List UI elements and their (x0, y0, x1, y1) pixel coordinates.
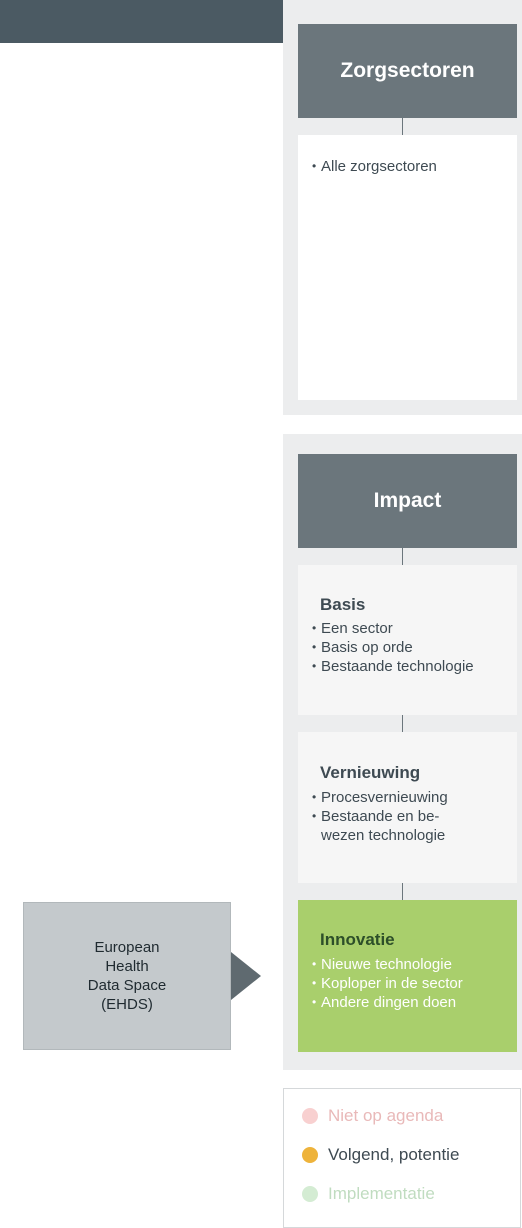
list-item: Een sector (312, 619, 474, 638)
list-item: Bestaande en be- (312, 807, 448, 826)
sectors-card: Alle zorgsectoren (298, 135, 517, 400)
legend-dot-icon (302, 1108, 318, 1124)
basis-card: Basis Een sector Basis op orde Bestaande… (298, 565, 517, 715)
ehds-label: European Health Data Space (EHDS) (88, 938, 166, 1014)
innovatie-title: Innovatie (320, 930, 395, 949)
list-item: Koploper in de sector (312, 974, 463, 993)
sectors-panel: Zorgsectoren Alle zorgsectoren (283, 0, 522, 415)
impact-title: Impact (373, 489, 442, 512)
list-item-continuation: wezen technologie (321, 827, 446, 844)
vernieuwing-list: Procesvernieuwing Bestaande en be- wezen… (312, 788, 448, 845)
arrow-right-icon (231, 952, 261, 1000)
list-item: Andere dingen doen (312, 993, 463, 1012)
legend-item-implementatie: Implementatie (302, 1184, 435, 1204)
basis-title: Basis (320, 595, 366, 614)
ehds-line: Data Space (87, 977, 167, 994)
impact-header: Impact (298, 454, 517, 548)
top-header-bar (0, 0, 283, 43)
impact-connector-2 (402, 715, 403, 732)
legend-dot-icon (302, 1186, 318, 1202)
ehds-box: European Health Data Space (EHDS) (23, 902, 231, 1050)
ehds-line: (EHDS) (101, 996, 153, 1013)
legend-item-volgend-potentie: Volgend, potentie (302, 1145, 459, 1165)
list-item: Basis op orde (312, 638, 474, 657)
vernieuwing-card: Vernieuwing Procesvernieuwing Bestaande … (298, 732, 517, 883)
list-item: Procesvernieuwing (312, 788, 448, 807)
innovatie-card: Innovatie Nieuwe technologie Koploper in… (298, 900, 517, 1052)
sectors-header: Zorgsectoren (298, 24, 517, 118)
ehds-line: European (94, 939, 160, 956)
list-item: Bestaande technologie (312, 657, 474, 676)
sectors-connector (402, 118, 403, 135)
impact-connector-1 (402, 548, 403, 565)
impact-panel: Impact Basis Een sector Basis op orde Be… (283, 434, 522, 1070)
sectors-title: Zorgsectoren (340, 59, 475, 82)
list-item: Nieuwe technologie (312, 955, 463, 974)
impact-connector-3 (402, 883, 403, 900)
legend: Niet op agenda Volgend, potentie Impleme… (283, 1088, 521, 1228)
legend-label: Implementatie (328, 1184, 435, 1203)
legend-label: Volgend, potentie (328, 1145, 460, 1164)
basis-list: Een sector Basis op orde Bestaande techn… (312, 619, 474, 676)
list-item: Alle zorgsectoren (312, 157, 437, 176)
legend-dot-icon (302, 1147, 318, 1163)
sectors-list: Alle zorgsectoren (312, 157, 437, 176)
legend-item-niet-op-agenda: Niet op agenda (302, 1106, 443, 1126)
legend-label: Niet op agenda (328, 1106, 444, 1125)
innovatie-list: Nieuwe technologie Koploper in de sector… (312, 955, 463, 1012)
ehds-line: Health (105, 958, 149, 975)
vernieuwing-title: Vernieuwing (320, 763, 421, 782)
